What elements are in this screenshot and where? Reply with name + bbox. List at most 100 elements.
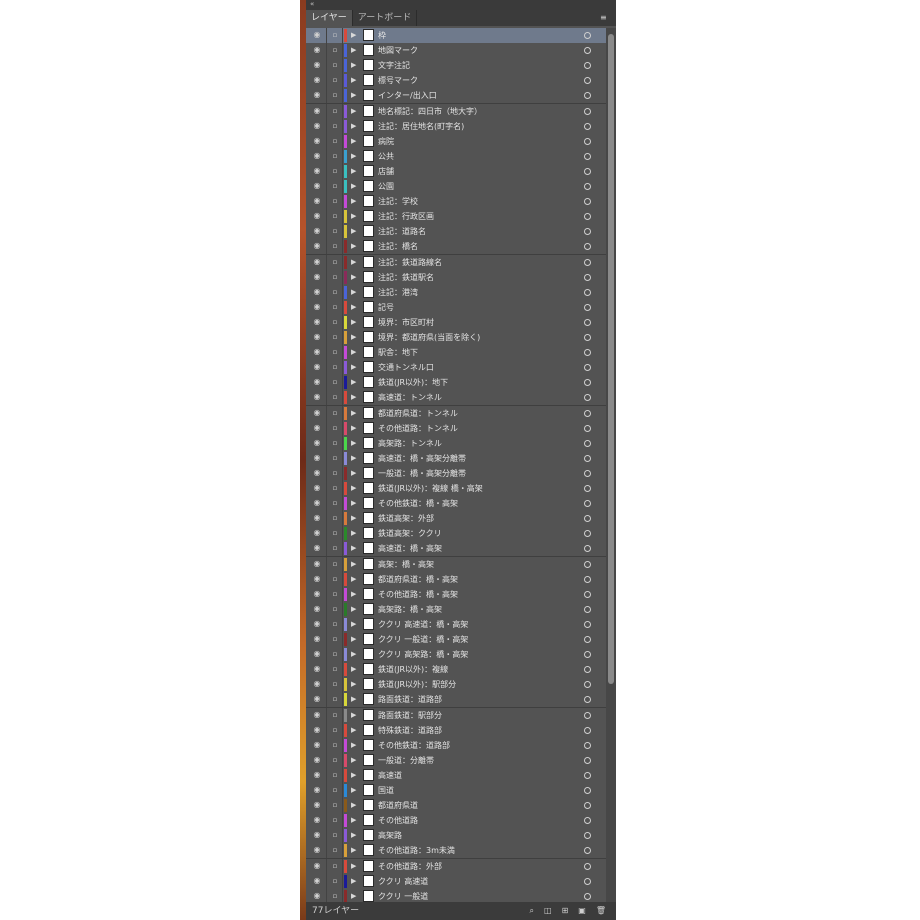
target-circle-icon[interactable] (584, 756, 591, 764)
lock-toggle-icon[interactable]: ▫ (330, 317, 340, 327)
layer-name[interactable]: 交通トンネル口 (378, 360, 578, 375)
target-circle-icon[interactable] (584, 469, 591, 477)
target-circle-icon[interactable] (584, 620, 591, 628)
lock-toggle-icon[interactable]: ▫ (330, 483, 340, 493)
lock-toggle-icon[interactable]: ▫ (330, 830, 340, 840)
target-circle-icon[interactable] (584, 545, 591, 553)
target-circle-icon[interactable] (584, 636, 591, 643)
layer-name[interactable]: その他道路：3m未満 (378, 843, 578, 858)
layer-row[interactable]: ◉ ▫ ▶ 高速道：橋・高架分離帯 (306, 450, 606, 467)
lock-toggle-icon[interactable]: ▫ (330, 468, 340, 478)
visibility-eye-icon[interactable]: ◉ (310, 770, 324, 780)
layer-name[interactable]: 注記：学校 (378, 194, 578, 209)
expand-arrow-icon[interactable]: ▶ (351, 45, 359, 55)
target-circle-icon[interactable] (584, 439, 591, 447)
lock-toggle-icon[interactable]: ▫ (330, 75, 340, 85)
visibility-eye-icon[interactable]: ◉ (310, 634, 324, 644)
target-circle-icon[interactable] (584, 530, 591, 538)
layer-name[interactable]: 高速道：トンネル (378, 390, 578, 405)
visibility-eye-icon[interactable]: ◉ (310, 45, 324, 55)
expand-arrow-icon[interactable]: ▶ (351, 483, 359, 493)
expand-arrow-icon[interactable]: ▶ (351, 694, 359, 704)
expand-arrow-icon[interactable]: ▶ (351, 800, 359, 810)
layer-row[interactable]: ◉ ▫ ▶ 地図マーク (306, 43, 606, 60)
layer-row[interactable]: ◉ ▫ ▶ 公共 (306, 148, 606, 165)
layer-name[interactable]: 公共 (378, 149, 578, 164)
target-circle-icon[interactable] (584, 213, 591, 221)
visibility-eye-icon[interactable]: ◉ (310, 287, 324, 297)
expand-arrow-icon[interactable]: ▶ (351, 498, 359, 508)
layer-row[interactable]: ◉ ▫ ▶ ククリ 高速道：橋・高架 (306, 616, 606, 633)
target-circle-icon[interactable] (584, 817, 591, 825)
target-circle-icon[interactable] (584, 137, 591, 145)
layer-row[interactable]: ◉ ▫ ▶ 国道 (306, 783, 606, 799)
layer-name[interactable]: 病院 (378, 134, 578, 149)
layer-name[interactable]: その他道路 (378, 813, 578, 828)
expand-arrow-icon[interactable]: ▶ (351, 211, 359, 221)
lock-toggle-icon[interactable]: ▫ (330, 408, 340, 418)
lock-toggle-icon[interactable]: ▫ (330, 151, 340, 161)
layer-name[interactable]: 鉄道(JR以外)：複線 (378, 662, 578, 677)
layer-name[interactable]: 高架：橋・高架 (378, 557, 578, 572)
layer-row[interactable]: ◉ ▫ ▶ ククリ 一般道 (306, 888, 606, 902)
layer-row[interactable]: ◉ ▫ ▶ 注記：港湾 (306, 284, 606, 301)
target-circle-icon[interactable] (584, 62, 591, 70)
layer-row[interactable]: ◉ ▫ ▶ 都道府県道：トンネル (306, 405, 606, 422)
expand-arrow-icon[interactable]: ▶ (351, 60, 359, 70)
layer-scrollbar[interactable] (606, 28, 616, 902)
layer-row[interactable]: ◉ ▫ ▶ 病院 (306, 133, 606, 150)
lock-toggle-icon[interactable]: ▫ (330, 740, 340, 750)
lock-toggle-icon[interactable]: ▫ (330, 347, 340, 357)
expand-arrow-icon[interactable]: ▶ (351, 151, 359, 161)
layer-name[interactable]: 境界：都道府県(当面を除く) (378, 330, 578, 345)
tab-layers[interactable]: レイヤー (306, 10, 353, 26)
lock-toggle-icon[interactable]: ▫ (330, 800, 340, 810)
visibility-eye-icon[interactable]: ◉ (310, 679, 324, 689)
expand-arrow-icon[interactable]: ▶ (351, 664, 359, 674)
layer-name[interactable]: 文字注記 (378, 58, 578, 73)
layer-name[interactable]: 都道府県道：橋・高架 (378, 572, 578, 587)
target-circle-icon[interactable] (584, 183, 591, 190)
layer-name[interactable]: 注記：居住地名(町字名) (378, 119, 578, 134)
expand-arrow-icon[interactable]: ▶ (351, 196, 359, 206)
expand-arrow-icon[interactable]: ▶ (351, 845, 359, 855)
target-circle-icon[interactable] (584, 515, 591, 523)
expand-arrow-icon[interactable]: ▶ (351, 136, 359, 146)
lock-toggle-icon[interactable]: ▫ (330, 725, 340, 735)
layer-name[interactable]: 都道府県道 (378, 798, 578, 813)
layer-name[interactable]: 鉄道(JR以外)：駅部分 (378, 677, 578, 692)
visibility-eye-icon[interactable]: ◉ (310, 151, 324, 161)
layer-name[interactable]: 地図マーク (378, 43, 578, 58)
layer-name[interactable]: 高速道：橋・高架 (378, 541, 578, 556)
lock-toggle-icon[interactable]: ▫ (330, 30, 340, 40)
target-circle-icon[interactable] (584, 318, 591, 326)
visibility-eye-icon[interactable]: ◉ (310, 453, 324, 463)
target-circle-icon[interactable] (584, 32, 591, 39)
expand-arrow-icon[interactable]: ▶ (351, 90, 359, 100)
layer-row[interactable]: ◉ ▫ ▶ 高架路：トンネル (306, 435, 606, 452)
expand-arrow-icon[interactable]: ▶ (351, 785, 359, 795)
layer-name[interactable]: 鉄道(JR以外)：地下 (378, 375, 578, 390)
target-circle-icon[interactable] (584, 741, 591, 749)
expand-arrow-icon[interactable]: ▶ (351, 241, 359, 251)
layer-row[interactable]: ◉ ▫ ▶ その他道路：橋・高架 (306, 586, 606, 603)
layer-row[interactable]: ◉ ▫ ▶ ククリ 一般道：橋・高架 (306, 632, 606, 648)
visibility-eye-icon[interactable]: ◉ (310, 181, 324, 191)
expand-arrow-icon[interactable]: ▶ (351, 30, 359, 40)
clipping-mask-icon[interactable]: ◫ (544, 902, 552, 920)
layer-name[interactable]: 注記：鉄道駅名 (378, 270, 578, 285)
layer-row[interactable]: ◉ ▫ ▶ その他道路：外部 (306, 858, 606, 875)
target-circle-icon[interactable] (584, 726, 591, 734)
layer-name[interactable]: ククリ 一般道 (378, 889, 578, 902)
visibility-eye-icon[interactable]: ◉ (310, 332, 324, 342)
visibility-eye-icon[interactable]: ◉ (310, 876, 324, 886)
layer-name[interactable]: 注記：道路名 (378, 224, 578, 239)
lock-toggle-icon[interactable]: ▫ (330, 559, 340, 569)
lock-toggle-icon[interactable]: ▫ (330, 136, 340, 146)
expand-arrow-icon[interactable]: ▶ (351, 574, 359, 584)
target-circle-icon[interactable] (584, 711, 591, 719)
target-circle-icon[interactable] (584, 349, 591, 357)
layer-name[interactable]: 駅舎：地下 (378, 345, 578, 360)
expand-arrow-icon[interactable]: ▶ (351, 634, 359, 644)
target-circle-icon[interactable] (584, 454, 591, 462)
